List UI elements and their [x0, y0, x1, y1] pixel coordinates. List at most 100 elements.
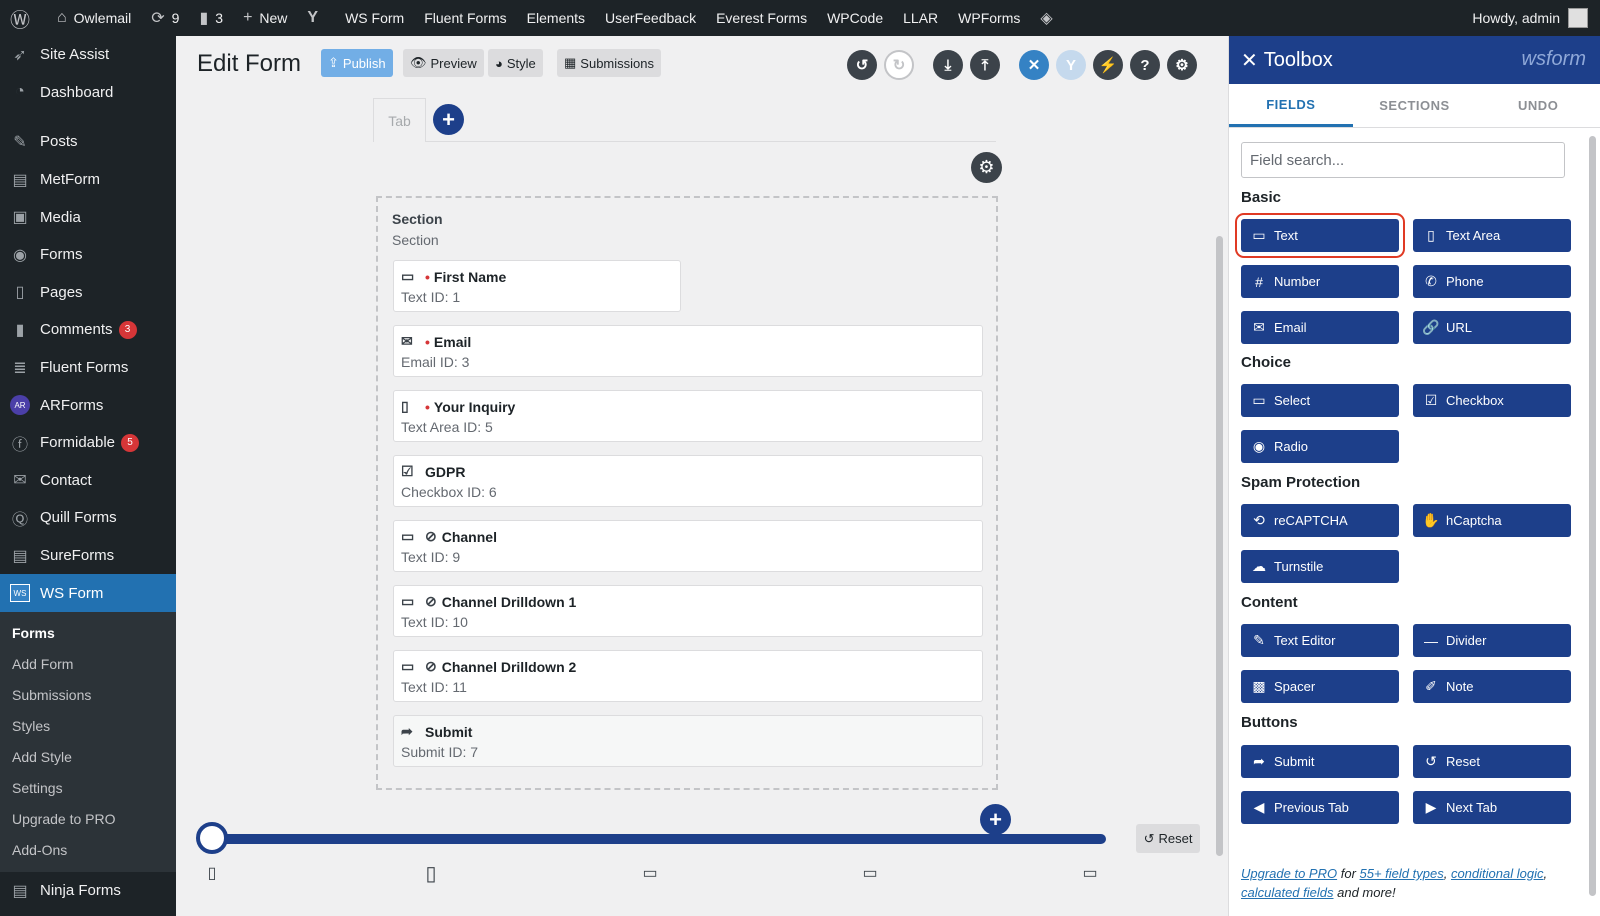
field-button-url[interactable]: 🔗 URL: [1413, 311, 1571, 344]
adminbar-link-wpforms[interactable]: WPForms: [948, 0, 1030, 36]
field-button-radio[interactable]: ◉ Radio: [1241, 430, 1399, 463]
sidebar-item-media[interactable]: ▣ Media: [0, 198, 176, 236]
tablet-device-icon[interactable]: ▯: [421, 862, 441, 885]
diamond-icon[interactable]: ◈: [1030, 0, 1069, 36]
site-name-link[interactable]: ⌂ Owlemail: [47, 0, 141, 36]
updates-link[interactable]: ⟳ 9: [141, 0, 189, 36]
slider-handle[interactable]: [196, 822, 228, 854]
breakpoint-slider[interactable]: [196, 822, 1106, 854]
preview-button[interactable]: 👁 Preview: [403, 49, 484, 77]
actions-bolt-icon[interactable]: ⚡: [1093, 50, 1123, 80]
style-button[interactable]: ◕ Style: [488, 49, 543, 77]
field-button-divider[interactable]: — Divider: [1413, 624, 1571, 657]
download-icon[interactable]: ⤓: [933, 50, 963, 80]
new-link[interactable]: + New: [233, 0, 297, 36]
desktop-device-icon[interactable]: ▭: [860, 862, 880, 884]
field-email[interactable]: ✉ • Email Email ID: 3: [393, 325, 983, 377]
sidebar-item-formidable[interactable]: ⓕ Formidable 5: [0, 424, 176, 462]
sidebar-item-comments[interactable]: ▮ Comments 3: [0, 311, 176, 349]
submenu-add-style[interactable]: Add Style: [0, 742, 176, 773]
field-button-phone[interactable]: ✆ Phone: [1413, 265, 1571, 298]
field-button-hcaptcha[interactable]: ✋ hCaptcha: [1413, 504, 1571, 537]
field-button-select[interactable]: ▭ Select: [1241, 384, 1399, 417]
publish-button[interactable]: ⇪ Publish: [321, 49, 393, 77]
calculated-fields-link[interactable]: calculated fields: [1241, 885, 1334, 900]
field-submit[interactable]: ➦ Submit Submit ID: 7: [393, 715, 983, 767]
reset-breakpoint-button[interactable]: ↺ Reset: [1136, 824, 1200, 853]
my-account-link[interactable]: Howdy, admin: [1472, 0, 1588, 36]
upgrade-link[interactable]: Upgrade to PRO: [1241, 866, 1337, 881]
help-icon[interactable]: ?: [1130, 50, 1160, 80]
adminbar-link-everestforms[interactable]: Everest Forms: [706, 0, 817, 36]
conditional-logic-link[interactable]: conditional logic: [1451, 866, 1544, 881]
tab-fields[interactable]: FIELDS: [1229, 84, 1353, 127]
sidebar-item-ninja-forms[interactable]: ▤ Ninja Forms: [0, 872, 176, 910]
sidebar-item-contact[interactable]: ✉ Contact: [0, 462, 176, 500]
tab-settings-gear-icon[interactable]: ⚙: [971, 152, 1002, 183]
toolbox-scrollbar[interactable]: [1589, 136, 1596, 896]
field-button-spacer[interactable]: ▩ Spacer: [1241, 670, 1399, 703]
mobile-device-icon[interactable]: ▯: [202, 862, 222, 884]
tab-1[interactable]: Tab: [373, 98, 426, 142]
sidebar-item-metform[interactable]: ▤ MetForm: [0, 161, 176, 199]
field-button-next-tab[interactable]: ▶ Next Tab: [1413, 791, 1571, 824]
upload-template-icon[interactable]: ⤒: [970, 50, 1000, 80]
sidebar-item-ws-form[interactable]: WS WS Form: [0, 574, 176, 612]
field-gdpr[interactable]: ☑ GDPR Checkbox ID: 6: [393, 455, 983, 507]
yoast-icon[interactable]: Y: [297, 0, 335, 36]
sidebar-item-dashboard[interactable]: ◔ Dashboard: [0, 74, 176, 112]
sidebar-item-arforms[interactable]: AR ARForms: [0, 386, 176, 424]
conditional-logic-icon[interactable]: Y: [1056, 50, 1086, 80]
field-button-checkbox[interactable]: ☑ Checkbox: [1413, 384, 1571, 417]
sidebar-item-pages[interactable]: ▯ Pages: [0, 274, 176, 312]
wordpress-logo-icon[interactable]: Ⓦ: [0, 0, 47, 36]
sidebar-item-fluent-forms[interactable]: ≣ Fluent Forms: [0, 349, 176, 387]
sidebar-item-posts[interactable]: ✎ Posts: [0, 123, 176, 161]
adminbar-link-fluentforms[interactable]: Fluent Forms: [414, 0, 516, 36]
submissions-button[interactable]: ▦ Submissions: [557, 49, 661, 77]
scrollbar[interactable]: [1216, 236, 1223, 856]
field-channel-drilldown-2[interactable]: ▭ ⊘ Channel Drilldown 2 Text ID: 11: [393, 650, 983, 702]
field-button-text[interactable]: ▭ Text: [1235, 213, 1405, 258]
submenu-upgrade[interactable]: Upgrade to PRO: [0, 804, 176, 835]
field-button-turnstile[interactable]: ☁ Turnstile: [1241, 550, 1399, 583]
submenu-forms[interactable]: Forms: [0, 618, 176, 649]
field-button-reset[interactable]: ↺ Reset: [1413, 745, 1571, 778]
sidebar-item-site-assist[interactable]: ➶ Site Assist: [0, 36, 176, 74]
field-button-recaptcha[interactable]: ⟲ reCAPTCHA: [1241, 504, 1399, 537]
large-desktop-device-icon[interactable]: ▭: [1080, 862, 1100, 884]
comments-link[interactable]: ▮ 3: [189, 0, 233, 36]
field-button-number[interactable]: # Number: [1241, 265, 1399, 298]
form-section[interactable]: Section Section ▭ • First Name Text ID: 1 …: [376, 196, 998, 790]
submenu-submissions[interactable]: Submissions: [0, 680, 176, 711]
tab-sections[interactable]: SECTIONS: [1353, 84, 1477, 127]
tools-icon[interactable]: ✕: [1019, 50, 1049, 80]
submenu-settings[interactable]: Settings: [0, 773, 176, 804]
adminbar-link-llar[interactable]: LLAR: [893, 0, 948, 36]
adminbar-link-wsform[interactable]: WS Form: [335, 0, 414, 36]
submenu-add-ons[interactable]: Add-Ons: [0, 835, 176, 866]
submenu-add-form[interactable]: Add Form: [0, 649, 176, 680]
field-button-previous-tab[interactable]: ◀ Previous Tab: [1241, 791, 1399, 824]
adminbar-link-userfeedback[interactable]: UserFeedback: [595, 0, 706, 36]
field-channel-drilldown-1[interactable]: ▭ ⊘ Channel Drilldown 1 Text ID: 10: [393, 585, 983, 637]
field-button-submit[interactable]: ➦ Submit: [1241, 745, 1399, 778]
sidebar-item-forms[interactable]: ◉ Forms: [0, 236, 176, 274]
laptop-device-icon[interactable]: ▭: [640, 862, 660, 884]
field-channel[interactable]: ▭ ⊘ Channel Text ID: 9: [393, 520, 983, 572]
field-button-text-editor[interactable]: ✎ Text Editor: [1241, 624, 1399, 657]
sidebar-item-quill-forms[interactable]: Ⓠ Quill Forms: [0, 499, 176, 537]
submenu-styles[interactable]: Styles: [0, 711, 176, 742]
redo-icon[interactable]: ↻: [884, 50, 914, 80]
field-button-note[interactable]: ✐ Note: [1413, 670, 1571, 703]
settings-gear-icon[interactable]: ⚙: [1167, 50, 1197, 80]
adminbar-link-wpcode[interactable]: WPCode: [817, 0, 893, 36]
sidebar-item-sureforms[interactable]: ▤ SureForms: [0, 537, 176, 575]
add-section-plus-icon[interactable]: +: [980, 804, 1011, 835]
field-button-text-area[interactable]: ▯ Text Area: [1413, 219, 1571, 252]
field-button-email[interactable]: ✉ Email: [1241, 311, 1399, 344]
field-search-input[interactable]: [1241, 142, 1565, 178]
tab-undo[interactable]: UNDO: [1476, 84, 1600, 127]
history-icon[interactable]: ↺: [847, 50, 877, 80]
add-tab-plus-icon[interactable]: +: [433, 104, 464, 135]
